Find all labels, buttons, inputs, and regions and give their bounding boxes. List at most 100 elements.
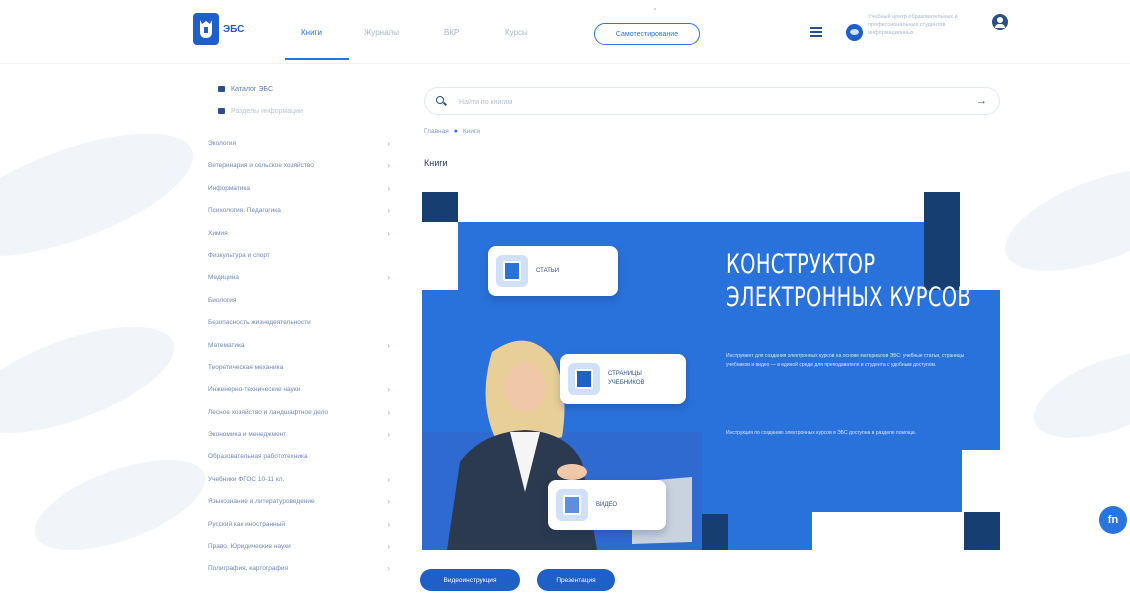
selftest-button[interactable]: Самотестирование	[594, 23, 700, 45]
sidebar-category-label: Полиграфия, картография	[208, 565, 288, 573]
arrow-right-icon[interactable]: →	[976, 95, 987, 107]
sidebar-category-label: Физкультура и спорт	[208, 251, 270, 259]
user-icon[interactable]	[992, 14, 1008, 30]
sidebar-category-label: Лесное хозяйство и ландшафтное дело	[208, 408, 329, 416]
search-input[interactable]	[459, 95, 939, 109]
banner-accent-square	[924, 192, 960, 290]
logo[interactable]: ЭБС	[193, 12, 253, 46]
breadcrumb-home[interactable]: Главная	[424, 128, 449, 135]
sidebar-category-label: Право. Юридические науки	[208, 543, 291, 551]
presentation-button[interactable]: Презентация	[537, 569, 615, 591]
feature-card-video: ВИДЕО	[548, 480, 666, 530]
chevron-right-icon: ›	[387, 564, 390, 574]
card-label: СТРАНИЦЫ УЧЕБНИКОВ	[608, 371, 645, 386]
chevron-right-icon: ›	[387, 228, 390, 238]
sidebar-category-item[interactable]: Психология. Педагогика ›	[196, 207, 396, 229]
chevron-right-icon: ›	[387, 385, 390, 395]
breadcrumb-current: Книги	[462, 128, 480, 135]
sidebar-category-label: Русский как иностранный	[208, 520, 285, 528]
article-icon	[496, 255, 528, 287]
chat-button[interactable]: fn	[1099, 506, 1127, 534]
banner-description: Инструмент для создания электронных курс…	[726, 353, 965, 368]
video-instruction-button[interactable]: Видеоинструкция	[420, 569, 520, 591]
sidebar-category-item[interactable]: Полиграфия, картография ›	[196, 565, 396, 587]
tab-courses[interactable]: Курсы	[505, 28, 528, 37]
banner-accent-square	[964, 512, 1000, 550]
chevron-right-icon: ›	[387, 474, 390, 484]
site-header: ЭБС Книги Журналы ВКР Курсы Самотестиров…	[0, 0, 1130, 64]
breadcrumb: Главная ● Книги	[424, 128, 480, 135]
menu-icon[interactable]	[810, 27, 822, 37]
sidebar-category-label: Психология. Педагогика	[208, 207, 281, 215]
sidebar-category-label: Химия	[208, 229, 228, 237]
sidebar-category-item[interactable]: Медицина ›	[196, 274, 396, 296]
sidebar-category-item[interactable]: Информатика ›	[196, 183, 396, 207]
tab-books[interactable]: Книги	[301, 28, 322, 37]
sidebar-category-item[interactable]: Экология ›	[196, 140, 396, 162]
sidebar-category-label: Ветеринария и сельское хозяйство	[208, 162, 314, 170]
banner-background	[812, 450, 962, 512]
tab-vkr[interactable]: ВКР	[444, 28, 459, 37]
background-decoration	[992, 148, 1130, 292]
breadcrumb-separator-icon: ●	[453, 128, 458, 135]
sidebar-item-label: Разделы информации	[231, 107, 303, 115]
sidebar-category-item[interactable]: Русский как иностранный ›	[196, 519, 396, 543]
sidebar-category-item[interactable]: Биология	[196, 297, 396, 319]
promo-banner[interactable]: СТАТЬИ СТРАНИЦЫ УЧЕБНИКОВ ВИДЕО КОНСТРУК…	[422, 192, 1000, 550]
chevron-right-icon: ›	[387, 407, 390, 417]
sidebar-category-label: Теоретическая механика	[208, 363, 284, 371]
chevron-right-icon: ›	[387, 183, 390, 193]
chevron-right-icon: ›	[387, 542, 390, 552]
chevron-right-icon: ›	[387, 206, 390, 216]
sidebar-category-item[interactable]: Право. Юридические науки ›	[196, 543, 396, 565]
sidebar-category-label: Биология	[208, 296, 237, 304]
card-label: ВИДЕО	[596, 501, 618, 508]
sidebar-category-item[interactable]: Математика ›	[196, 341, 396, 364]
page-title: Книги	[424, 158, 448, 168]
sidebar-category-item[interactable]: Ветеринария и сельское хозяйство ›	[196, 162, 396, 184]
sidebar-category-item[interactable]: Экономика и менеджмент ›	[196, 431, 396, 453]
sidebar-category-item[interactable]: Учебники ФГОС 10-11 кл. ›	[196, 474, 396, 498]
banner-title-line: ЭЛЕКТРОННЫХ КУРСОВ	[726, 282, 972, 313]
sidebar-category-item[interactable]: Безопасность жизнедеятельности	[196, 319, 396, 341]
sidebar: Каталог ЭБС Разделы информации Экология ›…	[196, 78, 396, 588]
sidebar-category-label: Инженерно-технические науки	[208, 386, 301, 394]
sidebar-category-label: Безопасность жизнедеятельности	[208, 319, 311, 327]
search-bar[interactable]: →	[424, 87, 1000, 115]
sidebar-category-label: Медицина	[208, 274, 239, 282]
organization-name: Учебный центр образовательных и професси…	[868, 14, 958, 36]
chevron-right-icon: ›	[387, 519, 390, 529]
sidebar-item-catalog[interactable]: Каталог ЭБС	[196, 78, 396, 100]
feature-card-articles: СТАТЬИ	[488, 246, 618, 296]
banner-title-line: КОНСТРУКТОР	[726, 249, 876, 280]
sidebar-category-item[interactable]: Инженерно-технические науки ›	[196, 386, 396, 408]
sidebar-category-label: Экология	[208, 140, 237, 147]
sidebar-category-item[interactable]: Физкультура и спорт	[196, 252, 396, 274]
organization-icon[interactable]	[846, 24, 863, 41]
sidebar-category-item[interactable]: Химия ›	[196, 228, 396, 252]
active-tab-indicator	[285, 58, 349, 60]
logo-text: ЭБС	[223, 23, 245, 35]
category-list: Экология › Ветеринария и сельское хозяйств…	[196, 140, 396, 588]
card-label: СТАТЬИ	[536, 267, 560, 274]
sidebar-category-label: Математика	[208, 341, 245, 349]
feature-card-textbook-pages: СТРАНИЦЫ УЧЕБНИКОВ	[560, 354, 686, 404]
background-decoration	[23, 441, 217, 569]
sidebar-category-item[interactable]: Образовательная работотехника	[196, 453, 396, 475]
banner-description-secondary: Инструкция по созданию электронных курсо…	[726, 430, 917, 436]
logo-mark-icon	[193, 13, 219, 45]
background-decoration	[0, 304, 188, 456]
sidebar-category-item[interactable]: Языкознание и литературоведение ›	[196, 498, 396, 520]
sidebar-category-item[interactable]: Лесное хозяйство и ландшафтное дело ›	[196, 407, 396, 431]
textbook-page-icon	[568, 363, 600, 395]
catalog-icon	[218, 86, 225, 92]
sidebar-item-sections[interactable]: Разделы информации	[196, 100, 396, 122]
decorative-dot	[654, 8, 656, 10]
tab-journals[interactable]: Журналы	[364, 28, 399, 37]
sidebar-category-label: Языкознание и литературоведение	[208, 498, 315, 506]
sidebar-item-label: Каталог ЭБС	[231, 85, 273, 93]
background-decoration	[1022, 334, 1130, 456]
sidebar-category-label: Учебники ФГОС 10-11 кл.	[208, 475, 285, 483]
sidebar-category-item[interactable]: Теоретическая механика	[196, 364, 396, 386]
banner-accent-square	[422, 192, 458, 222]
